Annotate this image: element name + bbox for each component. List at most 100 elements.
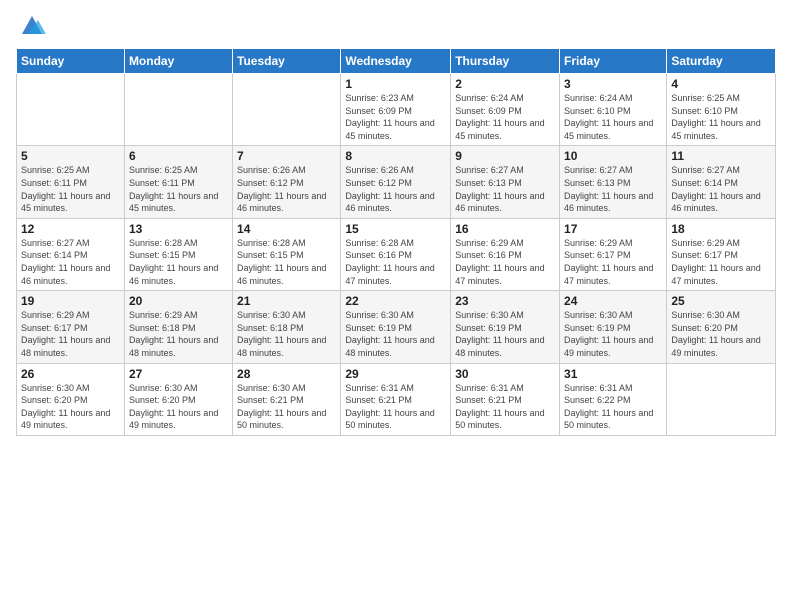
day-number: 27 (129, 367, 228, 381)
day-info: Sunrise: 6:29 AMSunset: 6:16 PMDaylight:… (455, 237, 555, 287)
calendar-cell (233, 74, 341, 146)
header (16, 10, 776, 40)
day-number: 12 (21, 222, 120, 236)
calendar-cell: 3Sunrise: 6:24 AMSunset: 6:10 PMDaylight… (560, 74, 667, 146)
day-number: 26 (21, 367, 120, 381)
calendar-cell: 12Sunrise: 6:27 AMSunset: 6:14 PMDayligh… (17, 218, 125, 290)
day-info: Sunrise: 6:29 AMSunset: 6:17 PMDaylight:… (564, 237, 662, 287)
day-info: Sunrise: 6:30 AMSunset: 6:19 PMDaylight:… (564, 309, 662, 359)
day-info: Sunrise: 6:25 AMSunset: 6:11 PMDaylight:… (21, 164, 120, 214)
day-info: Sunrise: 6:30 AMSunset: 6:20 PMDaylight:… (671, 309, 771, 359)
calendar-cell: 18Sunrise: 6:29 AMSunset: 6:17 PMDayligh… (667, 218, 776, 290)
calendar-cell: 22Sunrise: 6:30 AMSunset: 6:19 PMDayligh… (341, 291, 451, 363)
calendar-cell: 26Sunrise: 6:30 AMSunset: 6:20 PMDayligh… (17, 363, 125, 435)
day-info: Sunrise: 6:25 AMSunset: 6:11 PMDaylight:… (129, 164, 228, 214)
day-number: 5 (21, 149, 120, 163)
day-info: Sunrise: 6:30 AMSunset: 6:19 PMDaylight:… (455, 309, 555, 359)
day-number: 6 (129, 149, 228, 163)
day-number: 7 (237, 149, 336, 163)
calendar-week-1: 1Sunrise: 6:23 AMSunset: 6:09 PMDaylight… (17, 74, 776, 146)
day-number: 3 (564, 77, 662, 91)
day-info: Sunrise: 6:24 AMSunset: 6:10 PMDaylight:… (564, 92, 662, 142)
calendar-week-5: 26Sunrise: 6:30 AMSunset: 6:20 PMDayligh… (17, 363, 776, 435)
day-info: Sunrise: 6:26 AMSunset: 6:12 PMDaylight:… (345, 164, 446, 214)
day-number: 1 (345, 77, 446, 91)
calendar-cell: 27Sunrise: 6:30 AMSunset: 6:20 PMDayligh… (124, 363, 232, 435)
calendar-cell: 7Sunrise: 6:26 AMSunset: 6:12 PMDaylight… (233, 146, 341, 218)
day-info: Sunrise: 6:30 AMSunset: 6:21 PMDaylight:… (237, 382, 336, 432)
calendar-week-3: 12Sunrise: 6:27 AMSunset: 6:14 PMDayligh… (17, 218, 776, 290)
calendar-cell: 21Sunrise: 6:30 AMSunset: 6:18 PMDayligh… (233, 291, 341, 363)
calendar-cell: 11Sunrise: 6:27 AMSunset: 6:14 PMDayligh… (667, 146, 776, 218)
calendar-cell: 28Sunrise: 6:30 AMSunset: 6:21 PMDayligh… (233, 363, 341, 435)
day-header-friday: Friday (560, 49, 667, 74)
day-number: 31 (564, 367, 662, 381)
day-info: Sunrise: 6:30 AMSunset: 6:20 PMDaylight:… (21, 382, 120, 432)
calendar-cell: 30Sunrise: 6:31 AMSunset: 6:21 PMDayligh… (451, 363, 560, 435)
day-info: Sunrise: 6:30 AMSunset: 6:20 PMDaylight:… (129, 382, 228, 432)
day-header-saturday: Saturday (667, 49, 776, 74)
day-number: 20 (129, 294, 228, 308)
day-number: 11 (671, 149, 771, 163)
day-info: Sunrise: 6:23 AMSunset: 6:09 PMDaylight:… (345, 92, 446, 142)
calendar-week-2: 5Sunrise: 6:25 AMSunset: 6:11 PMDaylight… (17, 146, 776, 218)
calendar-week-4: 19Sunrise: 6:29 AMSunset: 6:17 PMDayligh… (17, 291, 776, 363)
calendar-cell: 15Sunrise: 6:28 AMSunset: 6:16 PMDayligh… (341, 218, 451, 290)
calendar-cell: 5Sunrise: 6:25 AMSunset: 6:11 PMDaylight… (17, 146, 125, 218)
day-number: 4 (671, 77, 771, 91)
calendar-cell: 31Sunrise: 6:31 AMSunset: 6:22 PMDayligh… (560, 363, 667, 435)
calendar-cell: 14Sunrise: 6:28 AMSunset: 6:15 PMDayligh… (233, 218, 341, 290)
day-info: Sunrise: 6:28 AMSunset: 6:16 PMDaylight:… (345, 237, 446, 287)
calendar: SundayMondayTuesdayWednesdayThursdayFrid… (16, 48, 776, 436)
calendar-cell: 23Sunrise: 6:30 AMSunset: 6:19 PMDayligh… (451, 291, 560, 363)
calendar-cell: 25Sunrise: 6:30 AMSunset: 6:20 PMDayligh… (667, 291, 776, 363)
day-header-thursday: Thursday (451, 49, 560, 74)
calendar-cell (124, 74, 232, 146)
day-info: Sunrise: 6:27 AMSunset: 6:14 PMDaylight:… (671, 164, 771, 214)
day-number: 28 (237, 367, 336, 381)
day-info: Sunrise: 6:25 AMSunset: 6:10 PMDaylight:… (671, 92, 771, 142)
day-number: 13 (129, 222, 228, 236)
calendar-cell: 19Sunrise: 6:29 AMSunset: 6:17 PMDayligh… (17, 291, 125, 363)
calendar-cell: 20Sunrise: 6:29 AMSunset: 6:18 PMDayligh… (124, 291, 232, 363)
day-info: Sunrise: 6:29 AMSunset: 6:18 PMDaylight:… (129, 309, 228, 359)
day-header-monday: Monday (124, 49, 232, 74)
day-header-wednesday: Wednesday (341, 49, 451, 74)
day-info: Sunrise: 6:31 AMSunset: 6:21 PMDaylight:… (345, 382, 446, 432)
calendar-cell: 29Sunrise: 6:31 AMSunset: 6:21 PMDayligh… (341, 363, 451, 435)
calendar-cell: 2Sunrise: 6:24 AMSunset: 6:09 PMDaylight… (451, 74, 560, 146)
day-number: 21 (237, 294, 336, 308)
day-info: Sunrise: 6:28 AMSunset: 6:15 PMDaylight:… (237, 237, 336, 287)
day-number: 8 (345, 149, 446, 163)
page: SundayMondayTuesdayWednesdayThursdayFrid… (0, 0, 792, 612)
day-info: Sunrise: 6:31 AMSunset: 6:22 PMDaylight:… (564, 382, 662, 432)
day-number: 17 (564, 222, 662, 236)
day-info: Sunrise: 6:30 AMSunset: 6:18 PMDaylight:… (237, 309, 336, 359)
day-info: Sunrise: 6:26 AMSunset: 6:12 PMDaylight:… (237, 164, 336, 214)
calendar-cell (667, 363, 776, 435)
day-info: Sunrise: 6:28 AMSunset: 6:15 PMDaylight:… (129, 237, 228, 287)
day-info: Sunrise: 6:31 AMSunset: 6:21 PMDaylight:… (455, 382, 555, 432)
logo (16, 10, 46, 40)
calendar-cell: 24Sunrise: 6:30 AMSunset: 6:19 PMDayligh… (560, 291, 667, 363)
day-number: 22 (345, 294, 446, 308)
calendar-cell: 13Sunrise: 6:28 AMSunset: 6:15 PMDayligh… (124, 218, 232, 290)
day-number: 25 (671, 294, 771, 308)
day-number: 23 (455, 294, 555, 308)
day-number: 14 (237, 222, 336, 236)
day-number: 15 (345, 222, 446, 236)
calendar-cell (17, 74, 125, 146)
day-number: 16 (455, 222, 555, 236)
calendar-header-row: SundayMondayTuesdayWednesdayThursdayFrid… (17, 49, 776, 74)
logo-icon (18, 10, 46, 38)
day-info: Sunrise: 6:29 AMSunset: 6:17 PMDaylight:… (21, 309, 120, 359)
day-info: Sunrise: 6:24 AMSunset: 6:09 PMDaylight:… (455, 92, 555, 142)
day-header-sunday: Sunday (17, 49, 125, 74)
day-number: 19 (21, 294, 120, 308)
calendar-cell: 4Sunrise: 6:25 AMSunset: 6:10 PMDaylight… (667, 74, 776, 146)
calendar-cell: 10Sunrise: 6:27 AMSunset: 6:13 PMDayligh… (560, 146, 667, 218)
day-number: 10 (564, 149, 662, 163)
day-info: Sunrise: 6:27 AMSunset: 6:14 PMDaylight:… (21, 237, 120, 287)
day-info: Sunrise: 6:30 AMSunset: 6:19 PMDaylight:… (345, 309, 446, 359)
calendar-cell: 8Sunrise: 6:26 AMSunset: 6:12 PMDaylight… (341, 146, 451, 218)
